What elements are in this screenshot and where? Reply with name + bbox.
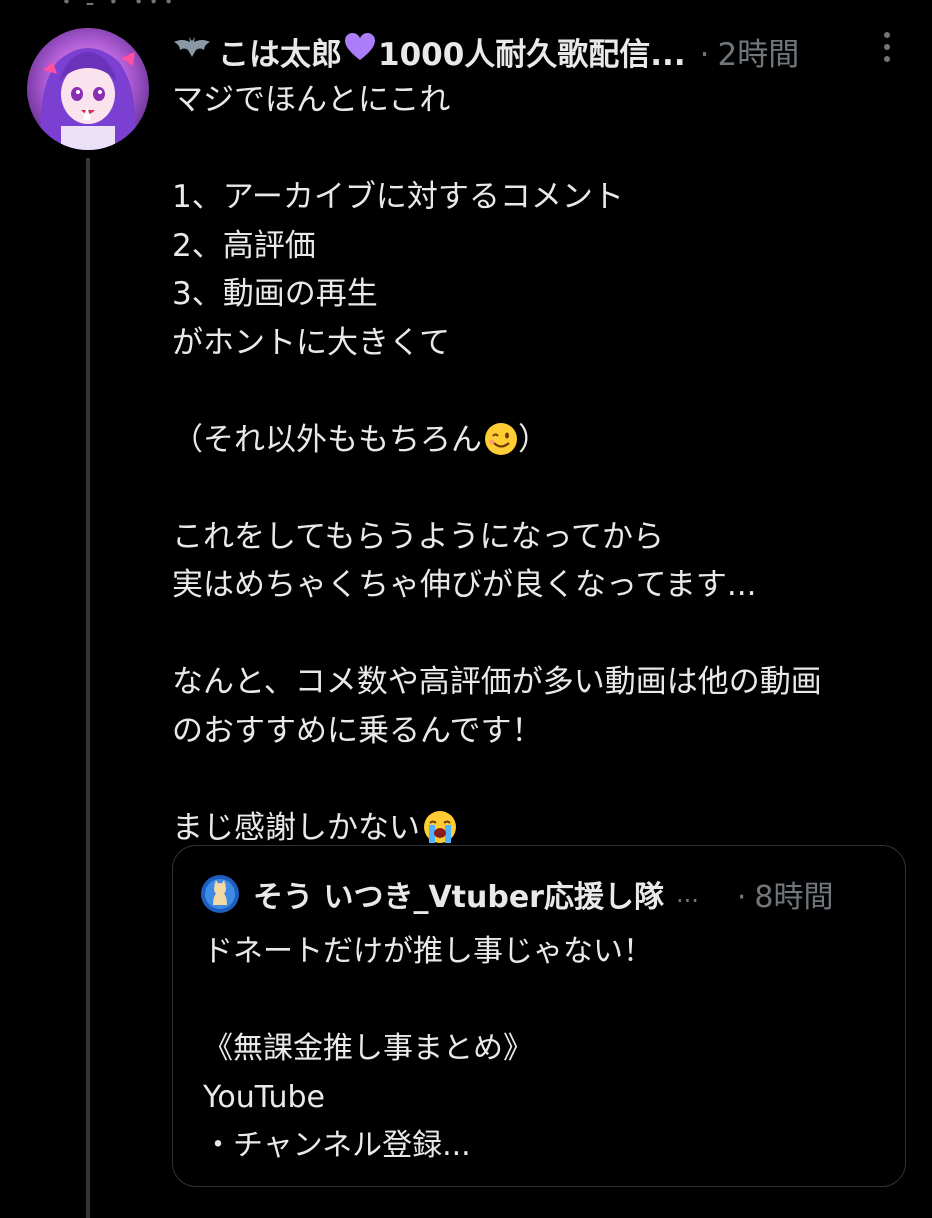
quoted-author-avatar — [201, 875, 239, 913]
post-line — [172, 367, 912, 416]
post-line: 3、動画の再生 — [172, 276, 378, 312]
post-header: こは太郎 1000人耐久歌配信... · 2時間 — [172, 28, 912, 74]
post-line — [172, 464, 912, 513]
author-name[interactable]: こは太郎 1000人耐久歌配信... — [172, 29, 686, 74]
post-line: がホントに大きくて — [172, 324, 451, 361]
quoted-author-name: そう いつき_Vtuber応援し隊 — [253, 880, 664, 915]
post-line: のおすすめに乗るんです！ — [172, 712, 543, 749]
purple-heart-emoji-icon — [344, 32, 376, 70]
post-body: マジでほんとにこれ 1、アーカイブに対するコメント 2、高評価 3、動画の再生 … — [172, 76, 912, 852]
post-line: 実はめちゃくちゃ伸びが良くなってます... — [172, 567, 757, 603]
post-line: なんと、コメ数や高評価が多い動画は他の動画 — [172, 664, 822, 700]
quoted-line: ・チャンネル登録... — [203, 1128, 471, 1163]
quoted-line: 《無課金推し事まとめ》 — [203, 1031, 533, 1066]
quoted-line — [203, 977, 893, 1026]
bat-emoji-icon — [172, 33, 212, 69]
author-name-suffix: 1000人耐久歌配信... — [378, 36, 686, 73]
quoted-line: YouTube — [203, 1079, 325, 1115]
post-line — [172, 755, 912, 804]
quoted-post-card[interactable]: そう いつき_Vtuber応援し隊 ... · 8時間 ドネートだけが推し事じゃな… — [172, 845, 906, 1187]
post-line-wink: （それ以外ももちろん） — [172, 416, 912, 465]
quoted-timestamp: · 8時間 — [736, 880, 834, 915]
winking-face-emoji-icon — [484, 422, 518, 471]
post-timestamp[interactable]: · 2時間 — [700, 29, 800, 74]
thread-line — [86, 158, 90, 1218]
author-avatar[interactable] — [27, 28, 149, 150]
post-line — [172, 125, 912, 174]
post-line: マジでほんとにこれ — [172, 82, 451, 118]
author-name-text: こは太郎 — [218, 36, 342, 73]
post-line — [172, 610, 912, 659]
quoted-line: ドネートだけが推し事じゃない！ — [203, 934, 653, 969]
previous-post-fragment: ･ - ･ ･･･ — [60, 0, 178, 18]
post-line: これをしてもらうようになってから — [172, 518, 664, 555]
quoted-name-ellipsis: ... — [675, 880, 699, 908]
post-line: 1、アーカイブに対するコメント — [172, 179, 624, 215]
more-vertical-icon[interactable] — [880, 32, 894, 68]
quoted-post-header: そう いつき_Vtuber応援し隊 ... · 8時間 — [201, 874, 891, 915]
quoted-post-body: ドネートだけが推し事じゃない！ 《無課金推し事まとめ》 YouTube ・チャン… — [203, 928, 893, 1171]
post-line: 2、高評価 — [172, 227, 316, 264]
